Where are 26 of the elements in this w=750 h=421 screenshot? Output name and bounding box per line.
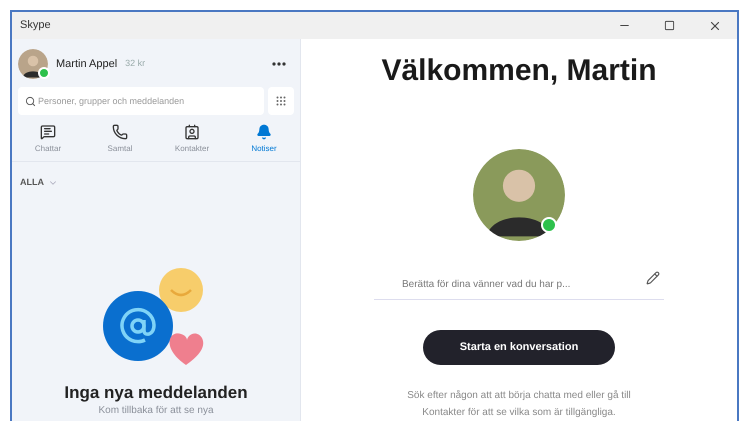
nav-tab[interactable]: Notiser — [234, 124, 294, 155]
start-conversation-button[interactable]: Starta en konversation — [423, 330, 615, 365]
pencil-icon — [646, 271, 660, 285]
chat-icon — [40, 124, 56, 140]
more-button[interactable] — [272, 62, 286, 66]
nav-tab[interactable]: Kontakter — [162, 124, 222, 155]
calls-icon — [112, 124, 128, 140]
mood-field[interactable]: Berätta för dina vänner vad du har p... — [374, 277, 664, 300]
window-title: Skype — [20, 18, 51, 34]
search-field[interactable]: Personer, grupper och meddelanden — [18, 87, 264, 115]
profile-name[interactable]: Martin Appel — [56, 56, 118, 72]
help-text: Sök efter någon att att börja chatta med eller gå till Kontakter för att se vilka som är tillgängliga. — [406, 389, 632, 420]
empty-state-subtitle: Kom tillbaka för att se nya — [98, 405, 214, 417]
credit-balance[interactable]: 32 kr — [125, 57, 146, 71]
notifications-icon — [256, 124, 272, 140]
dialpad-button[interactable] — [268, 87, 294, 115]
search-icon — [25, 96, 36, 107]
contacts-icon — [184, 124, 200, 140]
nav-tab[interactable]: Samtal — [90, 124, 150, 155]
nav-tab[interactable]: Chattar — [18, 124, 78, 155]
filter-dropdown[interactable]: ALLA — [12, 162, 66, 190]
welcome-heading: Välkommen, Martin — [381, 53, 657, 89]
dialpad-icon — [275, 95, 287, 107]
empty-state-title: Inga nya meddelanden — [64, 382, 248, 404]
more-icon — [272, 62, 286, 66]
maximize-icon — [664, 20, 675, 31]
